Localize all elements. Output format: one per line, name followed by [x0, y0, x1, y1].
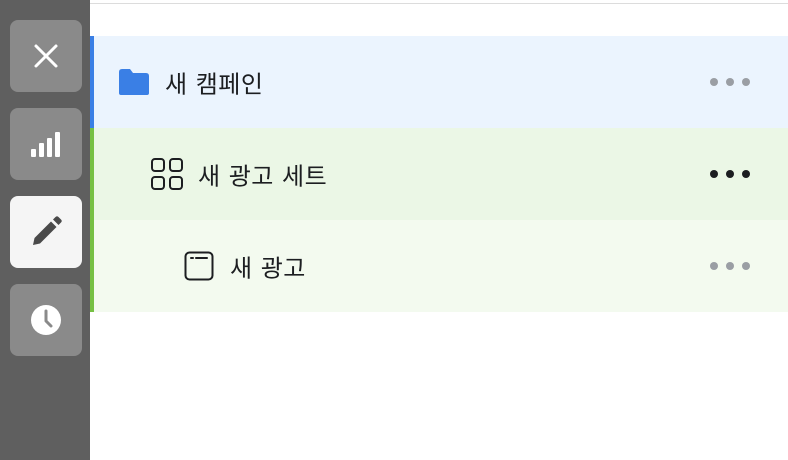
tree-row-ad[interactable]: 새 광고 [90, 220, 788, 312]
more-dot [726, 262, 734, 270]
grid-icon [150, 157, 184, 191]
campaign-tree: 새 캠페인 새 광고 세트 새 광고 [90, 36, 788, 312]
pencil-icon [33, 216, 62, 245]
ad-frame-icon [184, 251, 214, 281]
close-button[interactable] [10, 20, 82, 92]
more-dot [710, 78, 718, 86]
ad-label: 새 광고 [230, 254, 306, 283]
tree-row-adset[interactable]: 새 광고 세트 [90, 128, 788, 220]
sidebar [0, 0, 90, 460]
campaign-label: 새 캠페인 [165, 70, 264, 99]
history-button[interactable] [10, 284, 82, 356]
folder-icon [118, 68, 150, 96]
campaign-more-button[interactable] [710, 72, 750, 92]
bar-chart-icon [31, 132, 60, 157]
reports-button[interactable] [10, 108, 82, 180]
tree-row-campaign[interactable]: 새 캠페인 [90, 36, 788, 128]
adset-label: 새 광고 세트 [198, 162, 328, 191]
close-icon [34, 44, 58, 68]
clock-icon [31, 305, 61, 335]
more-dot [726, 170, 734, 178]
more-dot [726, 78, 734, 86]
more-dot [710, 170, 718, 178]
top-divider [90, 3, 788, 4]
adset-more-button[interactable] [710, 164, 750, 184]
edit-button[interactable] [10, 196, 82, 268]
more-dot [742, 78, 750, 86]
more-dot [710, 262, 718, 270]
more-dot [742, 170, 750, 178]
ad-more-button[interactable] [710, 256, 750, 276]
more-dot [742, 262, 750, 270]
